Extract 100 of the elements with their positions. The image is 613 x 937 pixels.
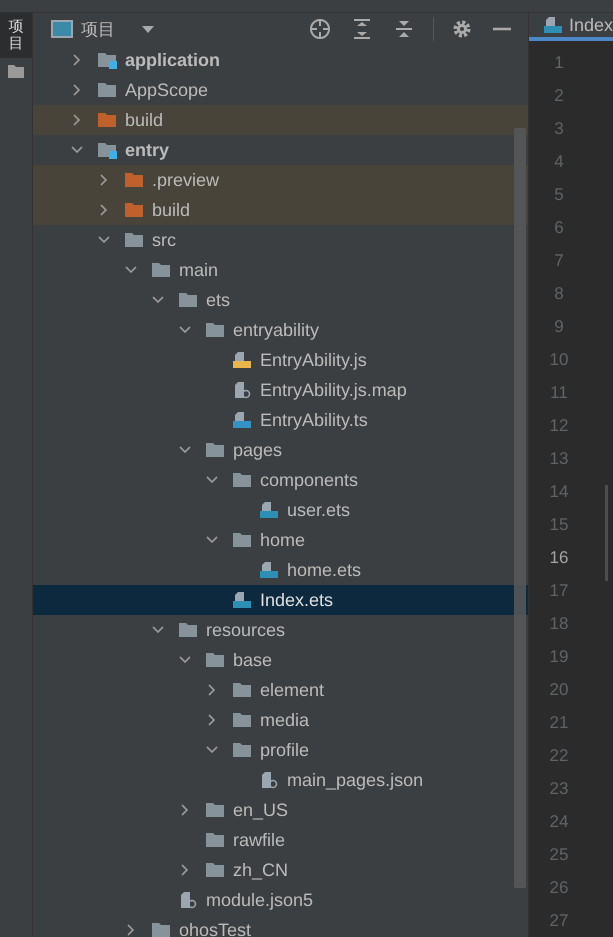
settings-icon[interactable] [452,19,472,39]
panel-title[interactable]: 项目 [81,18,115,40]
tree-item-label: home [260,530,306,550]
tree-row[interactable]: home.ets [33,555,528,585]
tree-item-label: components [260,470,358,490]
folder-icon [178,291,198,309]
tree-item-label: main_pages.json [287,770,424,790]
line-number: 27 [548,910,570,932]
tree-row[interactable]: entry [33,135,528,165]
tree-item-label: module.json5 [206,890,314,910]
tree-row[interactable]: EntryAbility.js.map [33,375,528,405]
line-number: 2 [553,84,565,106]
folder-icon [232,741,252,759]
tree-row[interactable]: AppScope [33,75,528,105]
folder-icon[interactable] [8,64,24,78]
tree-item-label: element [260,680,324,700]
line-number: 18 [548,612,570,634]
tree-row[interactable]: entryability [33,315,528,345]
tree-row[interactable]: components [33,465,528,495]
folder-icon [205,861,225,879]
folder-icon [205,441,225,459]
tree-item-label: media [260,710,310,730]
tree-row[interactable]: zh_CN [33,855,528,885]
tree-row[interactable]: src [33,225,528,255]
dropdown-icon[interactable] [141,24,155,34]
line-number: 16 [548,546,570,568]
folder-icon [151,921,171,937]
file-icon [232,381,252,399]
tree-item-label: user.ets [287,500,350,520]
tree-row[interactable]: Index.ets [33,585,528,615]
window-icon [51,20,73,38]
crosshair-icon[interactable] [308,18,331,40]
tree-row[interactable]: ets [33,285,528,315]
folder-icon [232,681,252,699]
tree-row[interactable]: pages [33,435,528,465]
folder-icon [205,321,225,339]
line-number: 10 [548,348,570,370]
tree-row[interactable]: build [33,105,528,135]
tree-item-label: EntryAbility.ts [260,410,368,430]
tree-row[interactable]: media [33,705,528,735]
tree-row[interactable]: EntryAbility.js [33,345,528,375]
tree-item-label: entry [125,140,170,160]
file-icon [232,591,252,609]
folder-icon [205,831,225,849]
tree-item-label: EntryAbility.js.map [260,380,407,400]
folder-icon [124,171,144,189]
line-number: 26 [548,876,570,898]
file-icon [259,501,279,519]
line-number: 7 [553,250,565,272]
tree-item-label: main [179,260,218,280]
folder-icon [232,471,252,489]
line-number: 5 [553,184,565,206]
tree-item-label: EntryAbility.js [260,350,367,370]
tree-row[interactable]: .preview [33,165,528,195]
tree-item-label: zh_CN [233,860,288,880]
tree-item-label: en_US [233,800,288,820]
line-number: 9 [553,316,565,338]
folder-icon [124,201,144,219]
tree-row[interactable]: main_pages.json [33,765,528,795]
tree-item-label: home.ets [287,560,362,580]
tree-item-label: ets [206,290,230,310]
editor-tab[interactable]: Index [528,13,613,41]
line-number: 3 [553,118,565,140]
scrollbar-thumb[interactable] [514,128,526,888]
tree-row[interactable]: application [33,45,528,75]
tree-item-label: pages [233,440,282,460]
tree-item-label: build [152,200,190,220]
tree-row[interactable]: rawfile [33,825,528,855]
minimize-icon[interactable] [492,26,512,32]
line-number: 11 [549,382,569,404]
line-number: 13 [548,448,570,470]
tree-row[interactable]: home [33,525,528,555]
tool-window-tab[interactable]: 项目 [0,13,32,58]
tree-row[interactable]: build [33,195,528,225]
tree-row[interactable]: module.json5 [33,885,528,915]
tree-item-label: entryability [233,320,320,340]
line-number: 19 [548,646,570,668]
tree-item-label: application [125,50,220,70]
tree-row[interactable]: base [33,645,528,675]
folder-icon [97,111,117,129]
line-number: 4 [553,150,565,172]
tree-row[interactable]: EntryAbility.ts [33,405,528,435]
tree-row[interactable]: profile [33,735,528,765]
tree-row[interactable]: ohosTest [33,915,528,937]
line-number: 20 [548,678,570,700]
tree-row[interactable]: element [33,675,528,705]
file-icon [178,891,198,909]
line-number: 8 [553,282,565,304]
tree-item-label: resources [206,620,286,640]
folder-icon [205,651,225,669]
module-folder-icon [97,51,117,69]
tree-row[interactable]: main [33,255,528,285]
scrollbar-thumb[interactable] [605,485,608,581]
file-icon [259,771,279,789]
folder-icon [205,801,225,819]
line-number: 14 [548,480,570,502]
tree-row[interactable]: en_US [33,795,528,825]
tree-row[interactable]: user.ets [33,495,528,525]
tree-row[interactable]: resources [33,615,528,645]
file-icon [232,411,252,429]
